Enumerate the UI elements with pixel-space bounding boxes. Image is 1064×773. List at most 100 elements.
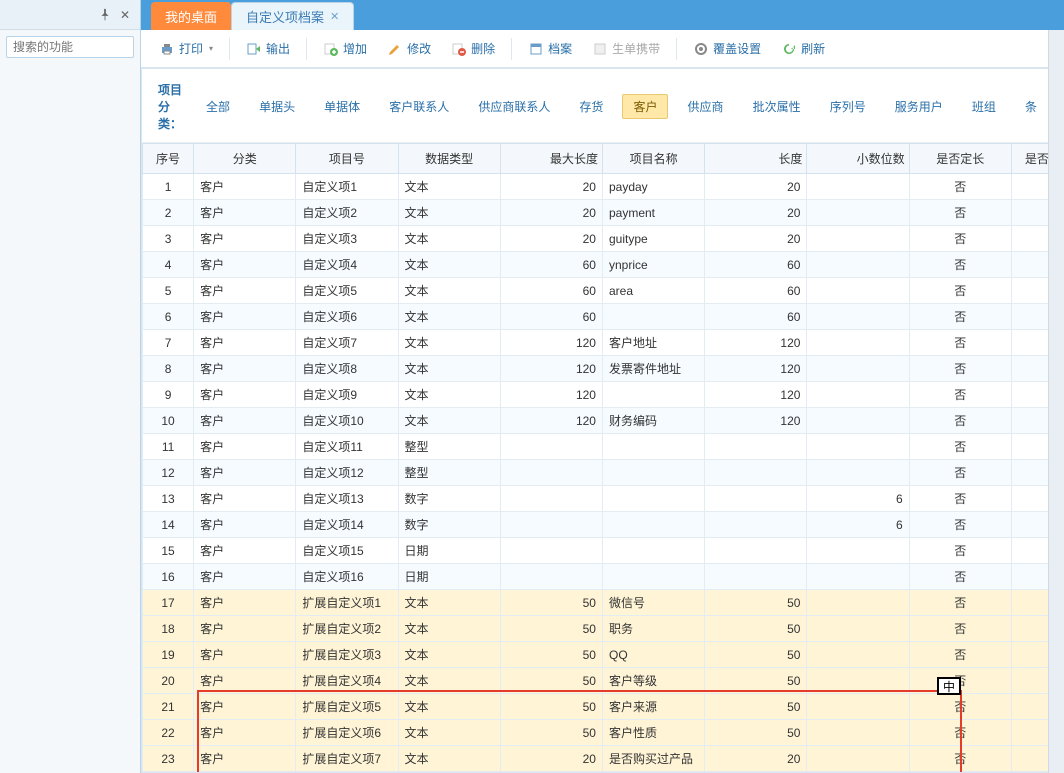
grid[interactable]: 序号 分类 项目号 数据类型 最大长度 项目名称 长度 小数位数 是否定长 是否: [142, 143, 1063, 773]
table-row[interactable]: 2客户自定义项2文本20payment20否: [143, 200, 1063, 226]
table-row[interactable]: 17客户扩展自定义项1文本50微信号50否: [143, 590, 1063, 616]
pin-icon[interactable]: [98, 8, 112, 22]
cell[interactable]: [807, 564, 909, 590]
table-row[interactable]: 12客户自定义项12整型否: [143, 460, 1063, 486]
cell[interactable]: 60: [500, 304, 602, 330]
tab-close-icon[interactable]: ✕: [330, 10, 339, 23]
cell[interactable]: 3: [143, 226, 194, 252]
cell[interactable]: 日期: [398, 564, 500, 590]
cell[interactable]: 否: [909, 616, 1011, 642]
cell[interactable]: 22: [143, 720, 194, 746]
cell[interactable]: 19: [143, 642, 194, 668]
cell[interactable]: 否: [909, 694, 1011, 720]
cell[interactable]: [602, 512, 704, 538]
cell[interactable]: 50: [500, 694, 602, 720]
cell[interactable]: 客户来源: [602, 694, 704, 720]
cell[interactable]: 50: [500, 590, 602, 616]
cell[interactable]: 微信号: [602, 590, 704, 616]
cell[interactable]: [807, 330, 909, 356]
cell[interactable]: 自定义项15: [296, 538, 398, 564]
vertical-scrollbar[interactable]: [1048, 30, 1064, 773]
table-row[interactable]: 5客户自定义项5文本60area60否: [143, 278, 1063, 304]
cell[interactable]: area: [602, 278, 704, 304]
table-row[interactable]: 13客户自定义项13数字6否: [143, 486, 1063, 512]
cell[interactable]: [500, 486, 602, 512]
cell[interactable]: 自定义项6: [296, 304, 398, 330]
cell[interactable]: 自定义项3: [296, 226, 398, 252]
cell[interactable]: 120: [705, 330, 807, 356]
table-row[interactable]: 6客户自定义项6文本6060否: [143, 304, 1063, 330]
cell[interactable]: 11: [143, 434, 194, 460]
export-button[interactable]: 输出: [238, 36, 298, 61]
cell[interactable]: [500, 460, 602, 486]
cell[interactable]: [807, 616, 909, 642]
print-button[interactable]: 打印 ▾: [151, 36, 221, 61]
cell[interactable]: 扩展自定义项6: [296, 720, 398, 746]
cell[interactable]: 20: [500, 226, 602, 252]
cell[interactable]: [705, 434, 807, 460]
cell[interactable]: 自定义项5: [296, 278, 398, 304]
cell[interactable]: 客户: [194, 252, 296, 278]
cell[interactable]: 扩展自定义项5: [296, 694, 398, 720]
cell[interactable]: 财务编码: [602, 408, 704, 434]
cell[interactable]: [807, 200, 909, 226]
cell[interactable]: 客户: [194, 668, 296, 694]
cell[interactable]: 文本: [398, 694, 500, 720]
cell[interactable]: 扩展自定义项2: [296, 616, 398, 642]
cell[interactable]: 17: [143, 590, 194, 616]
cell[interactable]: 文本: [398, 590, 500, 616]
table-row[interactable]: 1客户自定义项1文本20payday20否: [143, 174, 1063, 200]
filter-班组[interactable]: 班组: [962, 95, 1006, 118]
tab-desktop[interactable]: 我的桌面: [151, 2, 231, 30]
cell[interactable]: 客户: [194, 330, 296, 356]
cell[interactable]: 50: [500, 642, 602, 668]
cell[interactable]: 否: [909, 746, 1011, 772]
delete-button[interactable]: 删除: [443, 36, 503, 61]
cell[interactable]: 文本: [398, 278, 500, 304]
tab-custom-archive[interactable]: 自定义项档案 ✕: [231, 2, 354, 30]
table-row[interactable]: 15客户自定义项15日期否: [143, 538, 1063, 564]
cell[interactable]: 自定义项10: [296, 408, 398, 434]
cell[interactable]: 自定义项7: [296, 330, 398, 356]
filter-全部[interactable]: 全部: [196, 95, 240, 118]
cell[interactable]: 文本: [398, 304, 500, 330]
cell[interactable]: 否: [909, 200, 1011, 226]
cell[interactable]: [602, 460, 704, 486]
filter-批次属性[interactable]: 批次属性: [743, 95, 811, 118]
cell[interactable]: [602, 564, 704, 590]
table-row[interactable]: 19客户扩展自定义项3文本50QQ50否: [143, 642, 1063, 668]
cell[interactable]: [807, 460, 909, 486]
cell[interactable]: 4: [143, 252, 194, 278]
cell[interactable]: 客户: [194, 616, 296, 642]
cell[interactable]: [500, 564, 602, 590]
cell[interactable]: 50: [500, 668, 602, 694]
cell[interactable]: 扩展自定义项3: [296, 642, 398, 668]
cell[interactable]: 50: [705, 720, 807, 746]
add-button[interactable]: 增加: [315, 36, 375, 61]
table-row[interactable]: 14客户自定义项14数字6否: [143, 512, 1063, 538]
cell[interactable]: 2: [143, 200, 194, 226]
table-row[interactable]: 9客户自定义项9文本120120否: [143, 382, 1063, 408]
cell[interactable]: 扩展自定义项4: [296, 668, 398, 694]
cell[interactable]: 客户: [194, 174, 296, 200]
cell[interactable]: 60: [705, 252, 807, 278]
cell[interactable]: 否: [909, 512, 1011, 538]
cell[interactable]: 14: [143, 512, 194, 538]
cell[interactable]: 60: [705, 278, 807, 304]
cell[interactable]: [807, 278, 909, 304]
cell[interactable]: 否: [909, 382, 1011, 408]
cell[interactable]: 15: [143, 538, 194, 564]
cell[interactable]: 否: [909, 278, 1011, 304]
cell[interactable]: [500, 434, 602, 460]
filter-条[interactable]: 条: [1015, 95, 1047, 118]
cell[interactable]: 50: [500, 720, 602, 746]
cell[interactable]: 自定义项14: [296, 512, 398, 538]
cell[interactable]: 文本: [398, 330, 500, 356]
cell[interactable]: QQ: [602, 642, 704, 668]
table-row[interactable]: 23客户扩展自定义项7文本20是否购买过产品20否: [143, 746, 1063, 772]
cell[interactable]: 20: [500, 200, 602, 226]
cell[interactable]: 文本: [398, 200, 500, 226]
col-maxlen[interactable]: 最大长度: [500, 144, 602, 174]
cell[interactable]: 否: [909, 720, 1011, 746]
cell[interactable]: 客户: [194, 226, 296, 252]
